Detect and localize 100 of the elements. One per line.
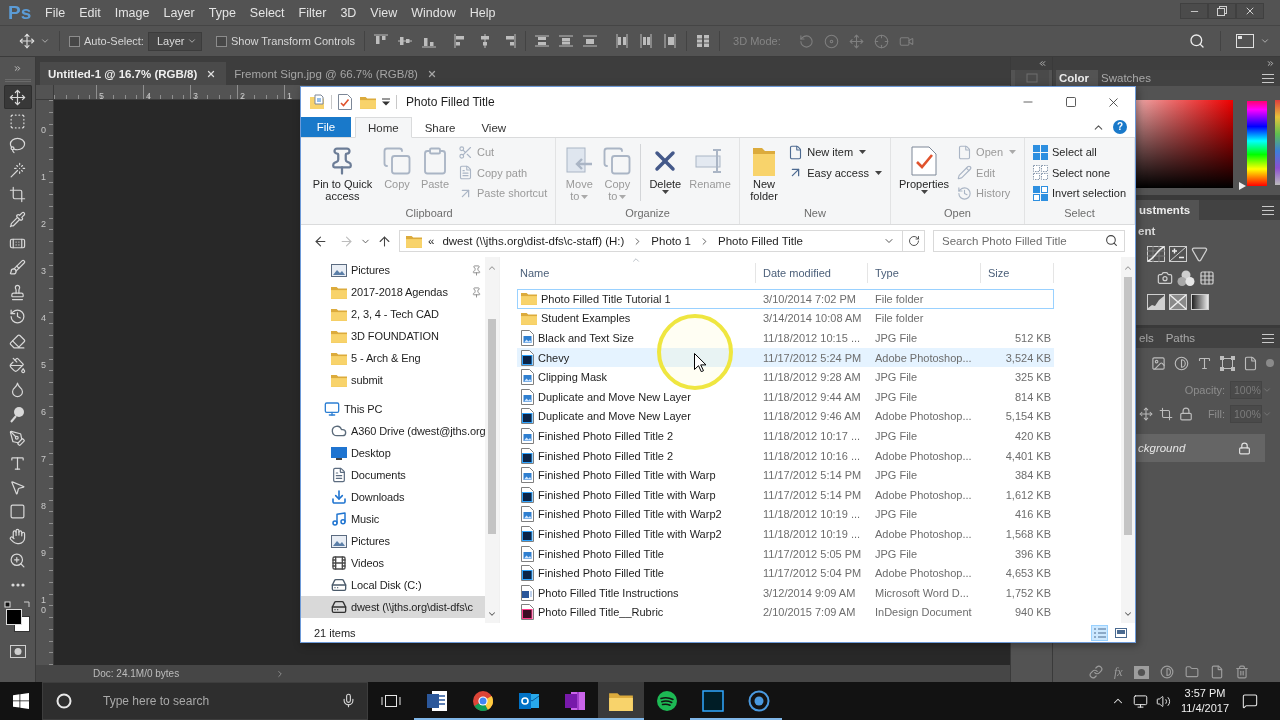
breadcrumb-overflow[interactable]: « [427,235,436,247]
nav-item[interactable]: This PC [301,398,485,420]
align-icon[interactable] [398,34,413,48]
panel-tab[interactable]: Color [1056,70,1099,86]
nav-item[interactable]: dwest (\\jths.org\dist-dfs\c [301,596,485,618]
file-row[interactable]: Photo Filled Title__Rubric 2/10/2015 7:09 AM InDesign Document 940 KB [517,602,1054,623]
page-icon[interactable] [1243,355,1258,371]
ribbon-button[interactable]: Delete [646,142,685,194]
panel-tab[interactable]: Swatches [1098,70,1160,86]
menu-item[interactable]: File [38,0,73,25]
nav-item[interactable]: 3D FOUNDATION [301,325,485,347]
nav-item[interactable]: Videos [301,552,485,574]
ribbon-button[interactable]: Select all [1030,142,1129,163]
half-circle-icon[interactable] [1174,355,1189,371]
scroll-thumb[interactable] [1124,277,1132,535]
ribbon-button[interactable]: Easy access [785,162,885,183]
quick-mask-icon[interactable] [9,645,26,659]
file-row[interactable]: Black and Text Size 11/18/2012 10:15 ... JPG File 512 KB [517,328,1054,348]
ribbon-button[interactable]: Properties [895,142,953,194]
menu-item[interactable]: 3D [333,0,364,25]
scroll-thumb[interactable] [488,319,496,534]
ramp-icon[interactable] [1147,294,1165,310]
distribute-icon[interactable] [615,34,630,48]
distribute-icon[interactable] [583,34,598,48]
ribbon-button[interactable]: Invert selection [1030,183,1129,204]
file-row[interactable]: Student Examples 3/14/2014 10:08 AM File folder [517,308,1054,329]
exposure-icon[interactable] [1169,246,1187,262]
panel-tab[interactable]: Paths [1162,328,1205,348]
panel-tab[interactable]: ustments [1136,200,1200,220]
ribbon-tab[interactable]: View [468,117,520,138]
nav-item[interactable]: Pictures [301,259,485,281]
dropdown-arrow-icon[interactable] [382,98,390,106]
ribbon-button[interactable]: Pin to Quick access [308,142,377,202]
color-swatches-icon[interactable] [3,601,32,634]
caret-icon[interactable] [40,36,50,46]
checkbox[interactable] [69,35,80,47]
type-icon[interactable] [1197,355,1212,371]
menu-item[interactable]: Edit [72,0,108,25]
file-row[interactable]: Finished Photo Filled Title 2 11/18/2012 10:16 ... Adobe Photoshop... 4,401 KB [517,445,1054,466]
file-row[interactable]: Duplicate and Move New Layer 11/18/2012 9:44 AM JPG File 814 KB [517,386,1054,407]
close-icon[interactable] [206,68,217,79]
expand-icon[interactable] [1038,59,1047,68]
nav-item[interactable]: 5 - Arch & Eng [301,347,485,369]
circles-icon[interactable] [1177,269,1195,287]
document-tab[interactable]: Untitled-1 @ 16.7% (RGB/8) [40,62,227,85]
file-row[interactable]: Finished Photo Filled Title 11/17/2012 5:04 PM Adobe Photoshop... 4,653 KB [517,563,1054,583]
lock-icon[interactable] [1179,407,1193,421]
column-header[interactable]: Date modified [756,263,868,283]
trash-icon[interactable] [1234,665,1249,679]
file-row[interactable]: Duplicate and Move New Layer 11/18/2012 9:46 AM Adobe Photoshop... 5,154 KB [517,406,1054,427]
clock-button[interactable]: 3:57 PM 11/4/2017 [1175,682,1235,720]
mask-icon[interactable] [1133,665,1149,679]
menu-item[interactable]: Help [462,0,503,25]
nav-item[interactable]: A360 Drive (dwest@jths.org [301,420,485,442]
breadcrumb[interactable]: Photo Filled Title [717,235,804,247]
column-header[interactable]: Name [517,263,756,283]
image-icon[interactable] [1151,355,1166,371]
scroll-down-icon[interactable] [1123,609,1133,619]
checkbox[interactable] [215,35,227,47]
taskbar-button[interactable] [598,682,644,720]
menu-item[interactable]: Image [107,0,157,25]
distribute-icon[interactable] [559,34,574,48]
nav-item[interactable]: submit [301,369,485,391]
ribbon-tab[interactable]: Home [355,117,412,138]
file-menu-button[interactable]: File [301,117,351,137]
toggle-icon[interactable] [1266,359,1274,367]
file-row[interactable]: Finished Photo Filled Title with Warp2 11/18/2012 10:19 ... Adobe Photoshop... 1,568 KB [517,524,1054,544]
nav-item[interactable]: 2017-2018 Agendas [301,281,485,303]
breadcrumb[interactable]: dwest (\\jths.org\dist-dfs\c-staff) (H:) [441,235,626,247]
triangle-icon[interactable] [1191,245,1208,263]
page-icon[interactable] [1209,665,1224,679]
menu-item[interactable]: Layer [156,0,202,25]
restore-button[interactable] [1208,3,1236,19]
nav-item[interactable]: Documents [301,464,485,486]
file-row[interactable]: Finished Photo Filled Title with Warp2 11/18/2012 10:19 ... JPG File 416 KB [517,504,1054,525]
column-header[interactable]: Size [981,263,1054,283]
ribbon-tab[interactable]: Share [411,117,469,138]
file-row[interactable]: Finished Photo Filled Title with Warp 11/17/2012 5:14 PM Adobe Photoshop... 1,612 KB [517,484,1054,505]
panel-tab[interactable]: els [1136,328,1163,348]
camera-icon[interactable] [1157,270,1173,286]
folder-icon[interactable] [1184,665,1199,679]
file-row[interactable]: Chevy 11/17/2012 5:24 PM Adobe Photoshop... 3,524 KB [517,347,1054,368]
help-button[interactable]: ? [1113,120,1127,134]
auto-align-icon[interactable] [696,34,711,48]
distribute-icon[interactable] [639,34,654,48]
file-row[interactable]: Photo Filled Title Tutorial 1 3/10/2014 7:02 PM File folder [517,289,1054,309]
column-header[interactable]: Type [868,263,981,283]
caret-icon[interactable] [1260,36,1270,46]
expand-icon[interactable] [13,64,22,73]
menu-item[interactable]: View [363,0,405,25]
nav-item[interactable]: Pictures [301,530,485,552]
close-button[interactable] [1236,3,1264,19]
move-icon[interactable] [19,33,35,49]
half-circle-icon[interactable] [1159,665,1174,679]
link-icon[interactable] [1089,665,1103,679]
bounding-box-icon[interactable] [1220,355,1235,371]
nav-item[interactable]: Desktop [301,442,485,464]
workspace-icon[interactable] [1236,34,1254,48]
menu-item[interactable]: Filter [291,0,334,25]
file-row[interactable]: Finished Photo Filled Title 11/17/2012 5:05 PM JPG File 396 KB [517,543,1054,564]
